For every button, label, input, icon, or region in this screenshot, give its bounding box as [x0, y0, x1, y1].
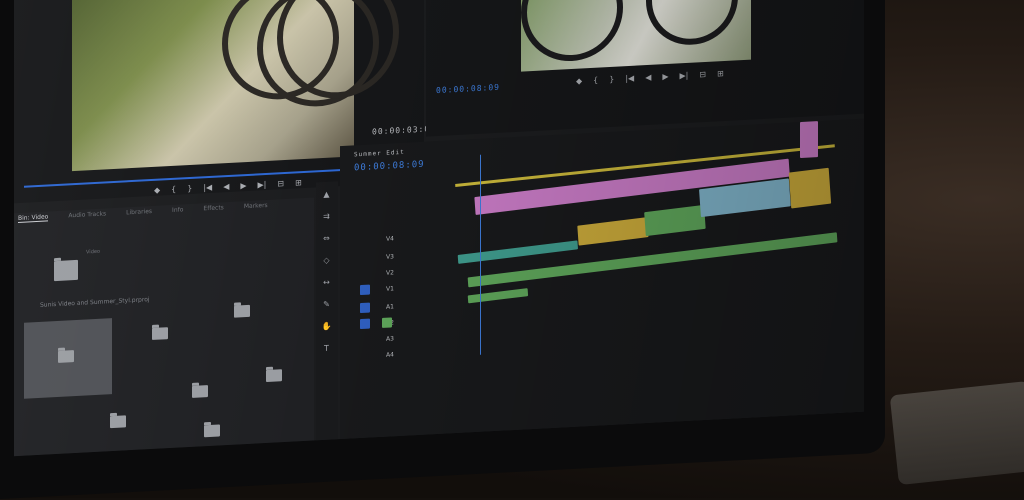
mark-in-button[interactable]: {	[171, 185, 176, 194]
clip-audio-a1[interactable]	[467, 232, 838, 288]
clip-audio-a2[interactable]	[467, 288, 529, 304]
track-label-v1: V1	[386, 285, 394, 293]
source-patch-a1[interactable]	[360, 302, 370, 314]
clip-magenta-short[interactable]	[800, 121, 818, 159]
overwrite-button[interactable]: ⊞	[295, 178, 302, 187]
folder-icon[interactable]	[234, 304, 250, 318]
track-label-a3: A3	[386, 335, 394, 343]
source-patch-v1[interactable]	[360, 284, 370, 296]
folder-icon[interactable]	[152, 327, 168, 340]
razor-tool-icon[interactable]: ◇	[321, 256, 332, 267]
prog-mark-out-button[interactable]: }	[609, 75, 614, 84]
insert-button[interactable]: ⊟	[277, 179, 284, 188]
folder-icon[interactable]	[204, 424, 220, 438]
track-target-a2[interactable]	[382, 317, 392, 328]
selection-tool-icon[interactable]: ▲	[321, 190, 332, 201]
go-to-in-button[interactable]: |◀	[203, 183, 212, 192]
track-label-v2: V2	[386, 269, 394, 277]
tab-effects[interactable]: Effects	[203, 204, 223, 213]
prog-play-button[interactable]: ▶	[662, 72, 668, 81]
track-label-v4: V4	[386, 235, 394, 243]
project-panel: Bin: Video Audio Tracks Libraries Info E…	[14, 197, 314, 457]
tab-libraries[interactable]: Libraries	[126, 208, 152, 217]
type-tool-icon[interactable]: T	[321, 344, 332, 355]
monitor-bezel: 00:00:03:02 ◆ { } |◀ ◀ ▶ ▶| ⊟ ⊞ 00:00:08…	[0, 0, 885, 500]
folder-icon[interactable]	[110, 415, 126, 429]
track-label-a1: A1	[386, 303, 394, 311]
add-marker-button[interactable]: ◆	[154, 186, 160, 195]
source-transport-controls: ◆ { } |◀ ◀ ▶ ▶| ⊟ ⊞	[154, 178, 302, 195]
go-to-out-button[interactable]: ▶|	[258, 180, 267, 189]
program-transport-controls: ◆ { } |◀ ◀ ▶ ▶| ⊟ ⊞	[576, 69, 724, 86]
editor-screen: 00:00:03:02 ◆ { } |◀ ◀ ▶ ▶| ⊟ ⊞ 00:00:08…	[14, 0, 864, 457]
clip-green-v1[interactable]	[644, 204, 706, 237]
mark-out-button[interactable]: }	[187, 184, 192, 193]
source-patch-a2[interactable]	[360, 318, 370, 330]
selected-bin-thumbnail[interactable]	[24, 318, 112, 399]
clip-yellow-end[interactable]	[788, 167, 832, 209]
folder-icon	[58, 350, 74, 363]
timeline-panel: Summer Edit 00:00:08:09 V4 V3 V2 V1 A1 A…	[340, 118, 864, 440]
prog-mark-in-button[interactable]: {	[593, 76, 598, 85]
project-file-path: Sunis Video and Summer_Styl.prproj	[40, 296, 150, 309]
timeline-playhead[interactable]	[480, 154, 481, 355]
prog-extract-button[interactable]: ⊞	[717, 69, 724, 78]
project-tabs: Bin: Video Audio Tracks Libraries Info E…	[18, 202, 268, 224]
tab-bin-video[interactable]: Bin: Video	[18, 213, 49, 224]
hand-tool-icon[interactable]: ✋	[321, 322, 332, 333]
folder-icon[interactable]	[266, 369, 282, 383]
bin-name: Video	[86, 248, 101, 256]
prog-go-to-out-button[interactable]: ▶|	[680, 71, 689, 80]
source-video-frame	[72, 0, 399, 172]
folder-icon[interactable]	[54, 259, 78, 282]
pen-tool-icon[interactable]: ✎	[321, 300, 332, 311]
tab-audio-tracks[interactable]: Audio Tracks	[68, 210, 106, 220]
play-button[interactable]: ▶	[240, 181, 246, 190]
tab-info[interactable]: Info	[172, 206, 183, 215]
track-label-a4: A4	[386, 351, 394, 359]
track-label-v3: V3	[386, 253, 394, 261]
clip-yellow-v1[interactable]	[577, 217, 649, 246]
tools-panel: ▲ ⇉ ⇔ ◇ ↔ ✎ ✋ T	[316, 181, 338, 441]
tab-markers[interactable]: Markers	[244, 202, 268, 211]
prog-lift-button[interactable]: ⊟	[699, 70, 706, 79]
clip-teal-v1[interactable]	[457, 240, 579, 264]
ripple-edit-icon[interactable]: ⇔	[321, 234, 332, 245]
track-select-icon[interactable]: ⇉	[321, 212, 332, 223]
track-headers: V4 V3 V2 V1 A1 A2 A3 A4	[340, 201, 432, 386]
program-timecode: 00:00:08:09	[436, 82, 500, 96]
folder-icon[interactable]	[192, 385, 208, 398]
prog-add-marker-button[interactable]: ◆	[576, 76, 582, 85]
sequence-tab[interactable]: Summer Edit	[354, 149, 405, 159]
prog-step-back-button[interactable]: ◀	[645, 73, 651, 82]
program-monitor: 00:00:08:09 ◆ { } |◀ ◀ ▶ ▶| ⊟ ⊞	[426, 0, 864, 137]
prog-go-to-in-button[interactable]: |◀	[625, 74, 634, 83]
timeline-timecode: 00:00:08:09	[354, 159, 425, 174]
step-back-button[interactable]: ◀	[223, 182, 229, 191]
desk-object	[889, 380, 1024, 486]
slip-tool-icon[interactable]: ↔	[321, 278, 332, 289]
program-video-frame	[521, 0, 751, 72]
